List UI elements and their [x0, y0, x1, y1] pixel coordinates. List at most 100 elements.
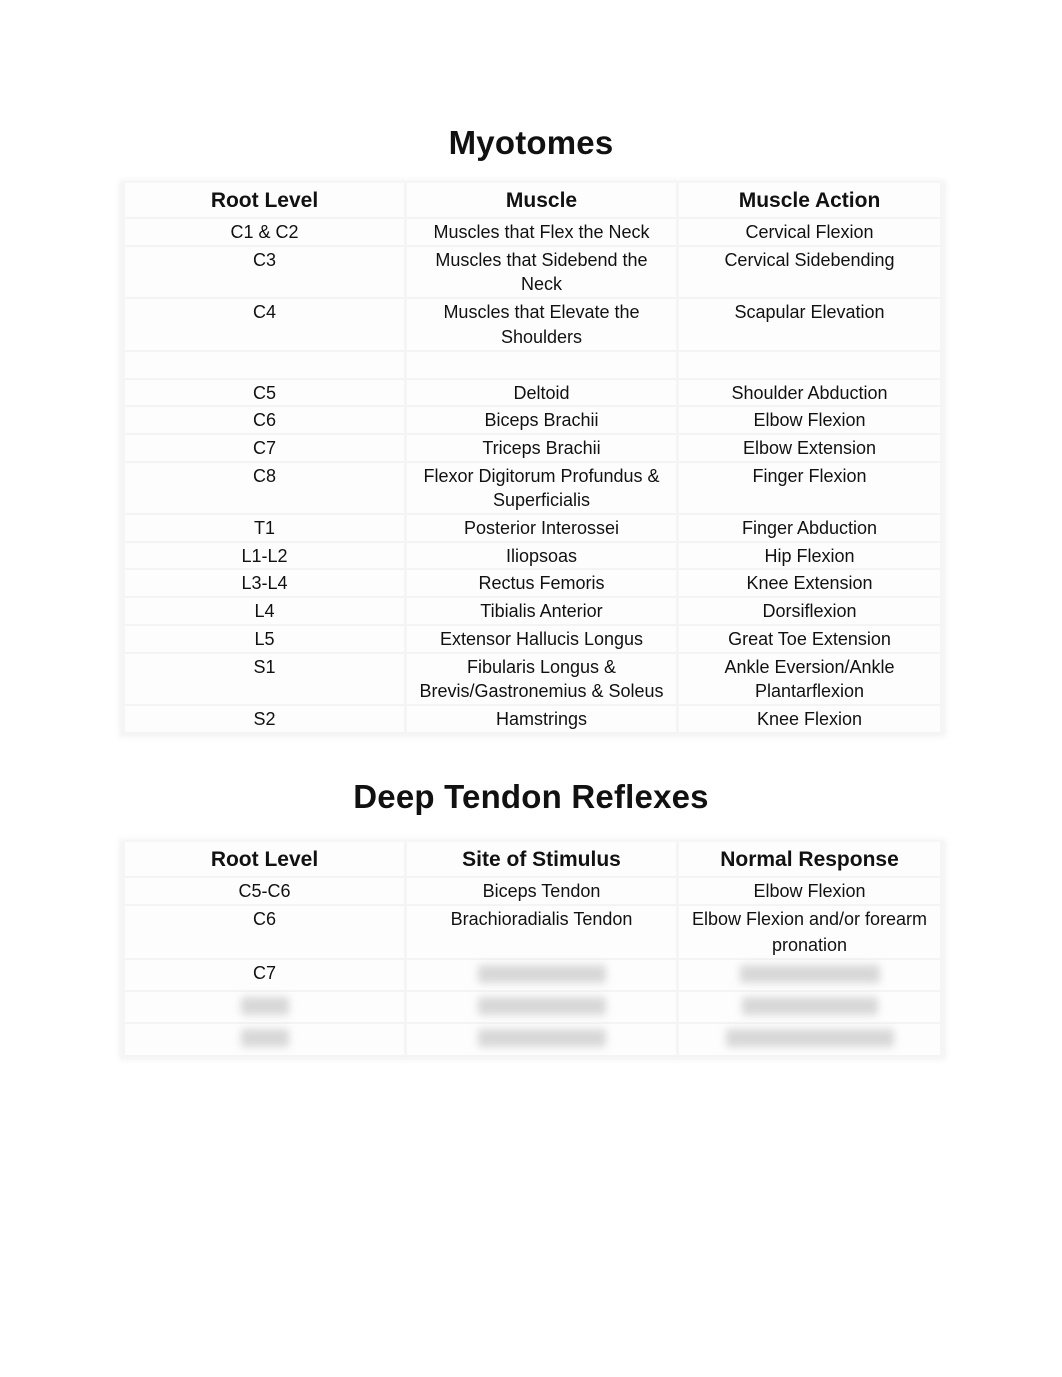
blurred-text: [739, 964, 880, 983]
muscle-action-cell: Hip Flexion: [678, 542, 942, 570]
table-row: C4 Muscles that Elevate the Shoulders Sc…: [124, 298, 942, 350]
muscle-cell: Biceps Brachii: [406, 406, 678, 434]
table-row: S2 Hamstrings Knee Flexion: [124, 705, 942, 733]
blurred-text: [725, 1029, 894, 1048]
table-header-row: Root Level Site of Stimulus Normal Respo…: [124, 842, 942, 877]
header-root-level: Root Level: [124, 842, 406, 877]
empty-row: [124, 351, 942, 379]
blurred-text: [477, 1029, 606, 1048]
table-row: L5 Extensor Hallucis Longus Great Toe Ex…: [124, 625, 942, 653]
muscle-action-cell: Knee Flexion: [678, 705, 942, 733]
root-level-cell: L3-L4: [124, 569, 406, 597]
site-cell: Biceps Tendon: [406, 877, 678, 905]
table-row: C5 Deltoid Shoulder Abduction: [124, 379, 942, 407]
table-row: L1-L2 Iliopsoas Hip Flexion: [124, 542, 942, 570]
table-row: C7: [124, 959, 942, 991]
root-level-cell: C6: [124, 406, 406, 434]
response-cell: Elbow Flexion and/or forearm pronation: [678, 905, 942, 959]
muscle-cell: [406, 351, 678, 379]
muscle-cell: Rectus Femoris: [406, 569, 678, 597]
table-row: C7 Triceps Brachii Elbow Extension: [124, 434, 942, 462]
root-level-cell: C7: [124, 434, 406, 462]
root-level-cell: C8: [124, 462, 406, 514]
table-row: L3-L4 Rectus Femoris Knee Extension: [124, 569, 942, 597]
muscle-action-cell: Knee Extension: [678, 569, 942, 597]
muscle-action-cell: Cervical Sidebending: [678, 246, 942, 298]
muscle-action-cell: Finger Flexion: [678, 462, 942, 514]
site-cell: Brachioradialis Tendon: [406, 905, 678, 959]
muscle-cell: Triceps Brachii: [406, 434, 678, 462]
root-level-cell: L4: [124, 597, 406, 625]
muscle-cell: Flexor Digitorum Profundus & Superficial…: [406, 462, 678, 514]
table-row: S1 Fibularis Longus & Brevis/Gastronemiu…: [124, 653, 942, 705]
table-row: T1 Posterior Interossei Finger Abduction: [124, 514, 942, 542]
table-row: C5-C6 Biceps Tendon Elbow Flexion: [124, 877, 942, 905]
blurred-text: [741, 997, 878, 1016]
header-muscle-action: Muscle Action: [678, 183, 942, 218]
root-level-cell-obscured: [124, 1023, 406, 1055]
root-level-cell: S1: [124, 653, 406, 705]
muscle-cell: Deltoid: [406, 379, 678, 407]
muscle-action-cell: Great Toe Extension: [678, 625, 942, 653]
muscle-cell: Tibialis Anterior: [406, 597, 678, 625]
site-cell-obscured: [406, 991, 678, 1023]
blurred-text: [240, 997, 289, 1016]
table-row: C3 Muscles that Sidebend the Neck Cervic…: [124, 246, 942, 298]
muscle-action-cell: Scapular Elevation: [678, 298, 942, 350]
muscle-action-cell: Finger Abduction: [678, 514, 942, 542]
root-level-cell: [124, 351, 406, 379]
response-cell-obscured: [678, 991, 942, 1023]
response-cell-obscured: [678, 959, 942, 991]
header-normal-response: Normal Response: [678, 842, 942, 877]
blurred-text: [477, 964, 606, 983]
table-row-obscured: [124, 1023, 942, 1055]
header-site-of-stimulus: Site of Stimulus: [406, 842, 678, 877]
muscle-action-cell: Dorsiflexion: [678, 597, 942, 625]
root-level-cell-obscured: [124, 991, 406, 1023]
muscle-action-cell: Elbow Flexion: [678, 406, 942, 434]
muscle-action-cell: Ankle Eversion/Ankle Plantarflexion: [678, 653, 942, 705]
root-level-cell: T1: [124, 514, 406, 542]
root-level-cell: C3: [124, 246, 406, 298]
muscle-cell: Posterior Interossei: [406, 514, 678, 542]
root-level-cell: C1 & C2: [124, 218, 406, 246]
table-row: C6 Brachioradialis Tendon Elbow Flexion …: [124, 905, 942, 959]
muscle-action-cell: [678, 351, 942, 379]
response-cell: Elbow Flexion: [678, 877, 942, 905]
myotomes-title: Myotomes: [448, 124, 614, 161]
root-level-cell: C4: [124, 298, 406, 350]
site-cell-obscured: [406, 959, 678, 991]
table-header-row: Root Level Muscle Muscle Action: [124, 183, 942, 218]
table-row: L4 Tibialis Anterior Dorsiflexion: [124, 597, 942, 625]
blurred-text: [477, 997, 606, 1016]
muscle-action-cell: Shoulder Abduction: [678, 379, 942, 407]
reflexes-table: Root Level Site of Stimulus Normal Respo…: [122, 842, 943, 1057]
myotomes-table: Root Level Muscle Muscle Action C1 & C2 …: [122, 183, 943, 734]
muscle-action-cell: Cervical Flexion: [678, 218, 942, 246]
table-row-obscured: [124, 991, 942, 1023]
table-row: C8 Flexor Digitorum Profundus & Superfic…: [124, 462, 942, 514]
reflexes-title: Deep Tendon Reflexes: [353, 778, 709, 815]
muscle-cell: Muscles that Sidebend the Neck: [406, 246, 678, 298]
site-cell-obscured: [406, 1023, 678, 1055]
muscle-cell: Muscles that Flex the Neck: [406, 218, 678, 246]
root-level-cell: C7: [124, 959, 406, 991]
muscle-cell: Fibularis Longus & Brevis/Gastronemius &…: [406, 653, 678, 705]
root-level-cell: S2: [124, 705, 406, 733]
muscle-cell: Hamstrings: [406, 705, 678, 733]
header-root-level: Root Level: [124, 183, 406, 218]
response-cell-obscured: [678, 1023, 942, 1055]
root-level-cell: C5-C6: [124, 877, 406, 905]
header-muscle: Muscle: [406, 183, 678, 218]
muscle-cell: Iliopsoas: [406, 542, 678, 570]
root-level-cell: L5: [124, 625, 406, 653]
muscle-cell: Extensor Hallucis Longus: [406, 625, 678, 653]
root-level-cell: C6: [124, 905, 406, 959]
blurred-text: [240, 1029, 289, 1048]
table-row: C1 & C2 Muscles that Flex the Neck Cervi…: [124, 218, 942, 246]
table-row: C6 Biceps Brachii Elbow Flexion: [124, 406, 942, 434]
muscle-action-cell: Elbow Extension: [678, 434, 942, 462]
muscle-cell: Muscles that Elevate the Shoulders: [406, 298, 678, 350]
root-level-cell: L1-L2: [124, 542, 406, 570]
root-level-cell: C5: [124, 379, 406, 407]
